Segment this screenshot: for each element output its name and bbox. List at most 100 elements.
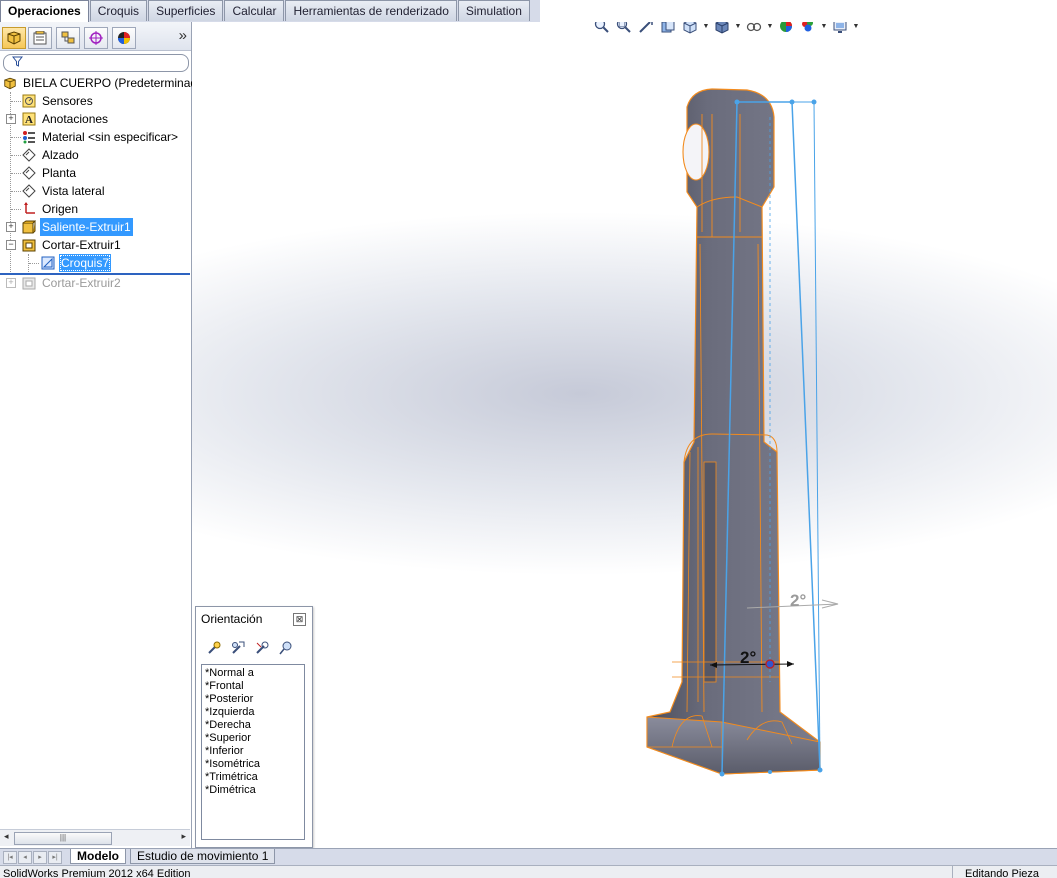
view-dimetrica[interactable]: *Dimétrica	[205, 784, 304, 797]
annotation-icon: A	[22, 112, 36, 126]
tab-modelo[interactable]: Modelo	[70, 849, 126, 864]
tab-herramientas-renderizado[interactable]: Herramientas de renderizado	[285, 0, 457, 21]
tree-item-label: Cortar-Extruir2	[42, 276, 121, 290]
status-bar: SolidWorks Premium 2012 x64 Edition Edit…	[0, 865, 1057, 878]
tree-root[interactable]: BIELA CUERPO (Predeterminad	[0, 74, 197, 92]
tree-connector	[11, 137, 21, 138]
dimension-text[interactable]: 2°	[790, 591, 806, 610]
scroll-left-icon[interactable]: ◂	[4, 831, 9, 842]
tree-item-label: Origen	[42, 202, 79, 216]
view-superior[interactable]: *Superior	[205, 732, 304, 745]
panel-toolbar: »	[0, 22, 191, 51]
command-manager-tabs: Operaciones Croquis Superficies Calcular…	[0, 0, 531, 23]
plane-icon	[22, 184, 36, 198]
sensor-icon	[22, 94, 36, 108]
dimxpert-icon[interactable]	[84, 27, 108, 49]
tree-item-cortar-extruir2[interactable]: + Cortar-Extruir2	[0, 274, 190, 292]
configuration-manager-icon[interactable]	[56, 27, 80, 49]
update-standard-views-icon[interactable]	[228, 639, 248, 657]
tab-simulation[interactable]: Simulation	[457, 0, 530, 21]
origin-icon	[22, 202, 36, 216]
tab-operaciones[interactable]: Operaciones	[0, 0, 89, 23]
view-derecha[interactable]: *Derecha	[205, 719, 304, 732]
first-tab-icon[interactable]: |◂	[3, 851, 17, 864]
tab-croquis[interactable]: Croquis	[89, 0, 148, 21]
tree-item-vista-lateral[interactable]: Vista lateral	[0, 182, 190, 200]
dimension-text[interactable]: 2°	[740, 648, 756, 667]
plane-icon	[22, 148, 36, 162]
tree-item-saliente-extruir1[interactable]: + Saliente-Extruir1	[0, 218, 190, 236]
tab-calcular[interactable]: Calcular	[224, 0, 285, 21]
tree-item-label: Saliente-Extruir1	[40, 218, 133, 236]
material-icon	[22, 130, 36, 144]
extrude-cut-icon	[22, 276, 36, 290]
plane-icon	[22, 166, 36, 180]
view-inferior[interactable]: *Inferior	[205, 745, 304, 758]
prev-tab-icon[interactable]: ◂	[18, 851, 32, 864]
tree-root-label: BIELA CUERPO (Predeterminad	[23, 76, 198, 90]
tree-connector	[11, 155, 21, 156]
tree-item-label: Sensores	[42, 94, 93, 108]
tree-item-croquis7[interactable]: Croquis7	[0, 254, 190, 272]
graphics-viewport[interactable]: ▼ ▼ ▼ ▼ ▼ 2° 2°	[192, 22, 1057, 848]
tree-item-label: Vista lateral	[42, 184, 105, 198]
tree-item-label: Planta	[42, 166, 77, 180]
tree-connector	[11, 173, 21, 174]
orientation-toolbar	[204, 639, 296, 657]
tree-item-material[interactable]: Material <sin especificar>	[0, 128, 190, 146]
svg-text:A: A	[25, 114, 33, 126]
property-manager-icon[interactable]	[28, 27, 52, 49]
view-izquierda[interactable]: *Izquierda	[205, 706, 304, 719]
next-tab-icon[interactable]: ▸	[33, 851, 47, 864]
pin-dialog-icon[interactable]	[276, 639, 296, 657]
tree-item-planta[interactable]: Planta	[0, 164, 190, 182]
expand-icon[interactable]: +	[6, 278, 16, 288]
expand-icon[interactable]: +	[6, 114, 16, 124]
view-isometrica[interactable]: *Isométrica	[205, 758, 304, 771]
part-icon	[3, 76, 17, 90]
expand-icon[interactable]: +	[6, 222, 16, 232]
display-manager-icon[interactable]	[112, 27, 136, 49]
tree-item-label: Cortar-Extruir1	[42, 238, 121, 252]
view-orientation-list: *Normal a *Frontal *Posterior *Izquierda…	[201, 664, 305, 840]
view-frontal[interactable]: *Frontal	[205, 680, 304, 693]
tree-connector	[11, 191, 21, 192]
connecting-rod-model[interactable]	[646, 88, 821, 775]
collapse-icon[interactable]: −	[6, 240, 16, 250]
last-tab-icon[interactable]: ▸|	[48, 851, 62, 864]
close-icon[interactable]: ⊠	[293, 613, 306, 626]
tree-item-anotaciones[interactable]: + A Anotaciones	[0, 110, 190, 128]
tree-connector	[11, 101, 21, 102]
tab-superficies[interactable]: Superficies	[148, 0, 224, 21]
sketch-icon	[41, 256, 55, 270]
tree-filter-input[interactable]	[3, 54, 189, 72]
tab-estudio-movimiento[interactable]: Estudio de movimiento 1	[130, 849, 276, 864]
feature-manager-icon[interactable]	[2, 27, 26, 49]
status-product-name: SolidWorks Premium 2012 x64 Edition	[3, 868, 191, 878]
view-normal-a[interactable]: *Normal a	[205, 667, 304, 680]
tree-item-label: Alzado	[42, 148, 79, 162]
status-separator	[952, 866, 953, 878]
view-trimetrica[interactable]: *Trimétrica	[205, 771, 304, 784]
tree-item-label: Croquis7	[59, 254, 112, 272]
tree-item-cortar-extruir1[interactable]: − Cortar-Extruir1	[0, 236, 190, 254]
tree-item-origen[interactable]: Origen	[0, 200, 190, 218]
command-bar-background	[540, 0, 1057, 22]
more-tabs-chevron-icon[interactable]: »	[179, 27, 187, 44]
bottom-tab-bar: |◂ ◂ ▸ ▸| Modelo Estudio de movimiento 1	[0, 848, 1057, 865]
filter-icon	[11, 56, 24, 70]
reset-standard-views-icon[interactable]	[252, 639, 272, 657]
panel-horizontal-scrollbar[interactable]: ◂ ||| ▸	[0, 829, 190, 846]
model-canvas: 2° 2°	[646, 88, 839, 777]
scroll-right-icon[interactable]: ▸	[181, 831, 186, 842]
tree-item-label: Anotaciones	[42, 112, 109, 126]
status-mode: Editando Pieza	[965, 868, 1039, 878]
tree-item-sensores[interactable]: Sensores	[0, 92, 190, 110]
tree-item-alzado[interactable]: Alzado	[0, 146, 190, 164]
rollback-bar[interactable]	[0, 273, 190, 275]
scroll-thumb[interactable]: |||	[14, 832, 112, 845]
view-posterior[interactable]: *Posterior	[205, 693, 304, 706]
extrude-boss-icon	[22, 220, 36, 234]
extrude-cut-icon	[22, 238, 36, 252]
new-view-icon[interactable]	[204, 639, 224, 657]
